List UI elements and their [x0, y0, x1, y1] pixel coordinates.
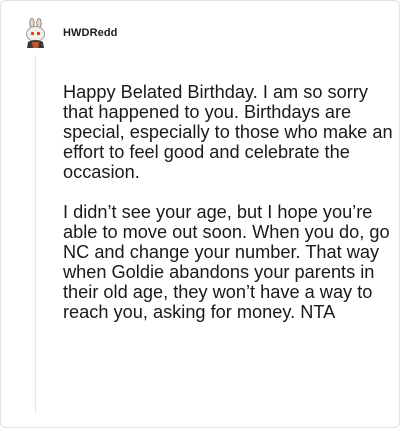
user-avatar-icon[interactable]	[23, 18, 49, 48]
comment-paragraph: Happy Belated Birthday. I am so sorry th…	[63, 82, 393, 182]
comment-body: Happy Belated Birthday. I am so sorry th…	[63, 82, 393, 342]
comment-paragraph: I didn’t see your age, but I hope you’re…	[63, 202, 390, 322]
thread-collapse-line[interactable]	[35, 55, 36, 413]
comment-card: HWDRedd Happy Belated Birthday. I am so …	[0, 0, 400, 428]
comment-author[interactable]: HWDRedd	[63, 27, 117, 39]
